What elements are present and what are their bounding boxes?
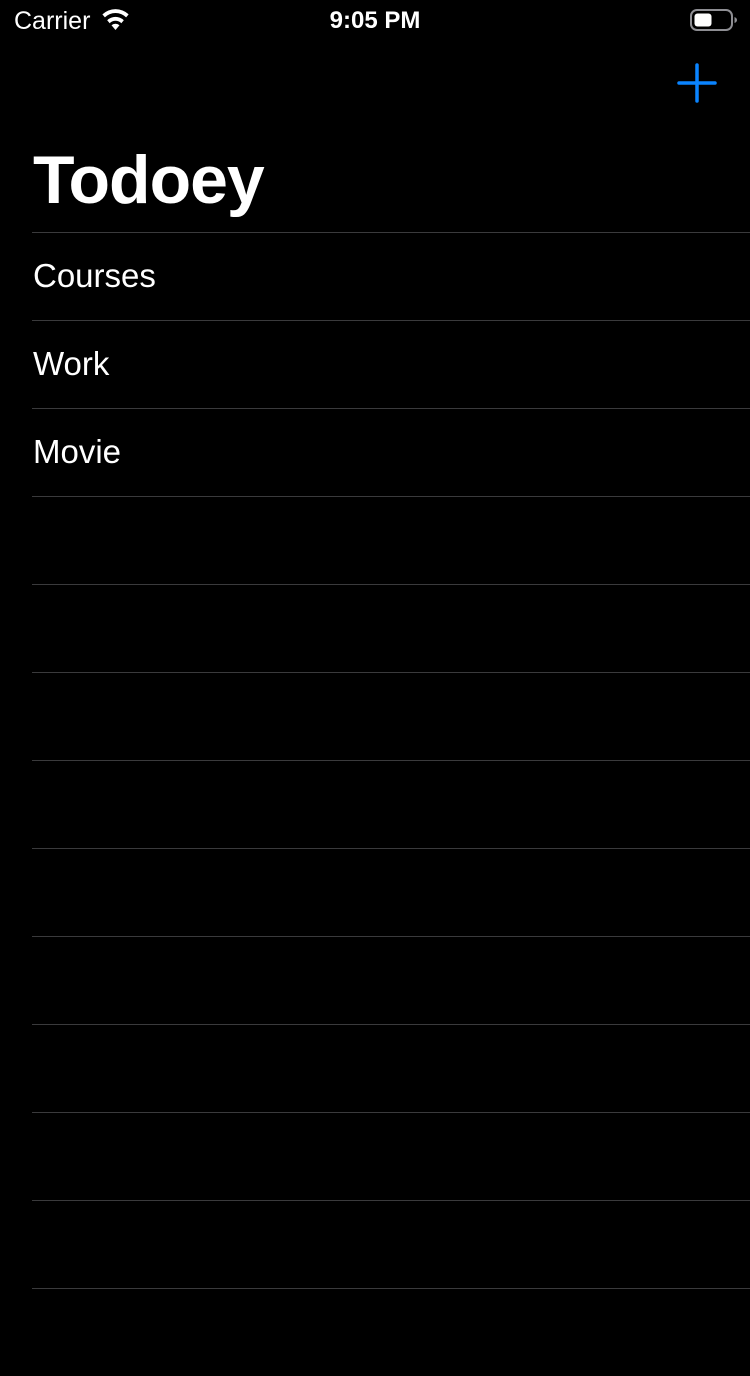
page-title: Todoey [33,142,265,218]
list-item[interactable]: Movie [0,408,750,496]
empty-row [0,496,750,584]
list-item-label: Courses [33,257,156,294]
empty-row [0,1288,750,1376]
empty-row [0,1200,750,1288]
empty-row [0,760,750,848]
empty-row [0,936,750,1024]
add-category-button[interactable] [674,60,720,106]
empty-row [0,1112,750,1200]
empty-row [0,1024,750,1112]
status-bar: Carrier 9:05 PM [0,0,750,40]
list-item-label: Movie [33,433,122,470]
list-item[interactable]: Work [0,320,750,408]
empty-row [0,848,750,936]
empty-row [0,672,750,760]
status-time: 9:05 PM [329,7,421,34]
category-list: Courses Work Movie [0,232,750,1376]
plus-icon [677,63,717,103]
battery-icon [690,8,738,32]
empty-row [0,584,750,672]
list-item[interactable]: Courses [0,232,750,320]
list-item-label: Work [33,345,110,382]
